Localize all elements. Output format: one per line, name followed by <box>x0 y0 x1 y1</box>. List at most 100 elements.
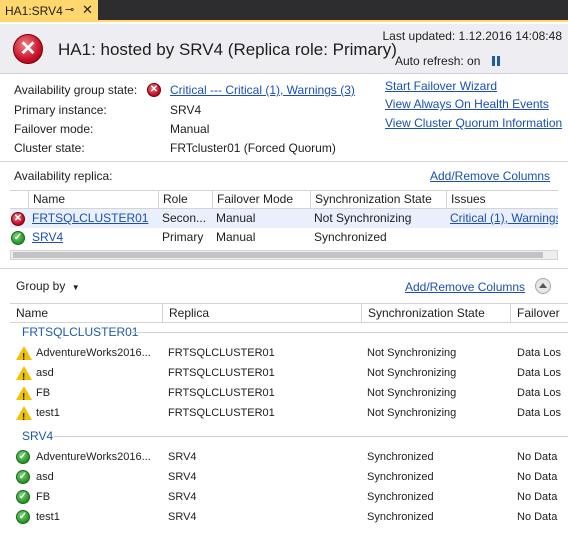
column-header-role[interactable]: Role <box>158 191 212 209</box>
error-icon: ✕ <box>147 82 161 97</box>
database-name: AdventureWorks2016... <box>36 451 151 463</box>
database-add-remove-columns-link[interactable]: Add/Remove Columns <box>405 280 525 294</box>
database-row[interactable]: AdventureWorks2016... FRTSQLCLUSTER01 No… <box>10 343 568 363</box>
cluster-quorum-link[interactable]: View Cluster Quorum Information <box>385 116 562 130</box>
database-sync-state: Synchronized <box>367 511 434 523</box>
database-replica: SRV4 <box>168 511 197 523</box>
database-row[interactable]: test1 FRTSQLCLUSTER01 Not Synchronizing … <box>10 403 568 423</box>
database-name: FB <box>36 491 51 503</box>
database-failover: Data Los <box>517 347 562 359</box>
column-header-name[interactable]: Name <box>28 191 158 209</box>
column-header-sync-state[interactable]: Synchronization State <box>361 304 510 323</box>
pin-icon[interactable]: ⊸ <box>65 3 74 16</box>
database-name: AdventureWorks2016... <box>36 347 151 359</box>
replica-issues-link[interactable]: Critical (1), Warnings <box>446 209 558 228</box>
document-tab-strip: HA1:SRV4 ⊸ ✕ <box>0 0 568 22</box>
database-failover: No Data <box>517 471 558 483</box>
replica-failover-mode: Manual <box>216 211 256 225</box>
group-header[interactable]: SRV4 <box>22 429 53 443</box>
replica-row[interactable]: ✓ SRV4 Primary Manual Synchronized <box>10 228 558 247</box>
database-row[interactable]: ✓ asd SRV4 Synchronized No Data <box>10 467 568 487</box>
tab-ha1-srv4[interactable]: HA1:SRV4 ⊸ ✕ <box>0 0 98 22</box>
database-replica: FRTSQLCLUSTER01 <box>168 367 275 379</box>
database-name: asd <box>36 367 54 379</box>
warning-icon <box>16 403 32 423</box>
replica-role: Secon... <box>162 211 207 225</box>
database-sync-state: Not Synchronizing <box>367 387 457 399</box>
database-sync-state: Synchronized <box>367 491 434 503</box>
column-header-failover-mode[interactable]: Failover Mode <box>212 191 310 209</box>
column-header-sync-state[interactable]: Synchronization State <box>310 191 446 209</box>
database-replica: SRV4 <box>168 471 197 483</box>
replica-grid-header: Name Role Failover Mode Synchronization … <box>10 190 558 209</box>
column-header-name[interactable]: Name <box>10 304 162 323</box>
pause-icon[interactable] <box>492 56 501 66</box>
database-replica: FRTSQLCLUSTER01 <box>168 387 275 399</box>
collapse-icon[interactable] <box>535 278 551 294</box>
group-divider <box>54 436 568 437</box>
warning-icon <box>16 363 32 383</box>
auto-refresh-text: Auto refresh: on <box>395 54 481 68</box>
primary-instance-value: SRV4 <box>170 103 202 117</box>
database-row[interactable]: asd FRTSQLCLUSTER01 Not Synchronizing Da… <box>10 363 568 383</box>
tab-label: HA1:SRV4 <box>5 4 63 18</box>
database-replica: FRTSQLCLUSTER01 <box>168 347 275 359</box>
health-events-link[interactable]: View Always On Health Events <box>385 97 549 111</box>
divider <box>0 268 568 269</box>
scrollbar-thumb[interactable] <box>13 252 543 258</box>
replica-add-remove-columns-link[interactable]: Add/Remove Columns <box>430 169 550 183</box>
database-replica: SRV4 <box>168 451 197 463</box>
ok-icon: ✓ <box>16 507 32 527</box>
dashboard-header: ✕ HA1: hosted by SRV4 (Replica role: Pri… <box>0 24 568 74</box>
warning-icon <box>16 343 32 363</box>
database-row[interactable]: ✓ AdventureWorks2016... SRV4 Synchronize… <box>10 447 568 467</box>
database-sync-state: Not Synchronizing <box>367 367 457 379</box>
failover-mode-value: Manual <box>170 122 210 136</box>
database-name: test1 <box>36 511 60 523</box>
horizontal-scrollbar[interactable] <box>10 250 558 260</box>
divider <box>0 161 568 162</box>
cluster-state-value: FRTcluster01 (Forced Quorum) <box>170 141 336 155</box>
database-sync-state: Synchronized <box>367 451 434 463</box>
column-header-failover[interactable]: Failover <box>510 304 568 323</box>
cluster-state-label: Cluster state: <box>14 141 85 155</box>
page-title: HA1: hosted by SRV4 (Replica role: Prima… <box>58 40 397 59</box>
database-failover: Data Los <box>517 367 562 379</box>
database-sync-state: Not Synchronizing <box>367 407 457 419</box>
database-failover: No Data <box>517 491 558 503</box>
database-name: FB <box>36 387 51 399</box>
last-updated-text: Last updated: 1.12.2016 14:08:48 <box>382 29 563 43</box>
ag-state-link[interactable]: Critical --- Critical (1), Warnings (3) <box>170 83 355 97</box>
ok-icon: ✓ <box>10 228 28 247</box>
critical-status-icon: ✕ <box>13 34 43 64</box>
replica-sync-state: Synchronized <box>314 230 387 244</box>
database-failover: No Data <box>517 451 558 463</box>
database-row[interactable]: FB FRTSQLCLUSTER01 Not Synchronizing Dat… <box>10 383 568 403</box>
database-failover: Data Los <box>517 387 562 399</box>
column-header-replica[interactable]: Replica <box>162 304 361 323</box>
replica-failover-mode: Manual <box>216 230 256 244</box>
ok-icon: ✓ <box>16 467 32 487</box>
group-by-label: Group by <box>16 279 66 293</box>
primary-instance-label: Primary instance: <box>14 103 107 117</box>
database-row[interactable]: ✓ test1 SRV4 Synchronized No Data <box>10 507 568 527</box>
replica-name-link[interactable]: FRTSQLCLUSTER01 <box>28 209 158 228</box>
close-icon[interactable]: ✕ <box>82 2 93 18</box>
start-failover-link[interactable]: Start Failover Wizard <box>385 79 497 93</box>
ag-state-label: Availability group state: <box>14 83 138 97</box>
column-header-issues[interactable]: Issues <box>446 191 558 209</box>
replica-role: Primary <box>162 230 204 244</box>
database-row[interactable]: ✓ FB SRV4 Synchronized No Data <box>10 487 568 507</box>
group-by-dropdown[interactable]: Group by ▼ <box>16 279 80 293</box>
replica-row[interactable]: ✕ FRTSQLCLUSTER01 Secon... Manual Not Sy… <box>10 209 558 228</box>
failover-mode-label: Failover mode: <box>14 122 94 136</box>
replica-name-link[interactable]: SRV4 <box>28 228 158 247</box>
database-sync-state: Not Synchronizing <box>367 347 457 359</box>
ok-icon: ✓ <box>16 487 32 507</box>
group-header[interactable]: FRTSQLCLUSTER01 <box>22 325 138 339</box>
replica-section-title: Availability replica: <box>14 169 113 183</box>
database-sync-state: Synchronized <box>367 471 434 483</box>
ok-icon: ✓ <box>16 447 32 467</box>
database-replica: SRV4 <box>168 491 197 503</box>
chevron-down-icon: ▼ <box>71 283 80 292</box>
